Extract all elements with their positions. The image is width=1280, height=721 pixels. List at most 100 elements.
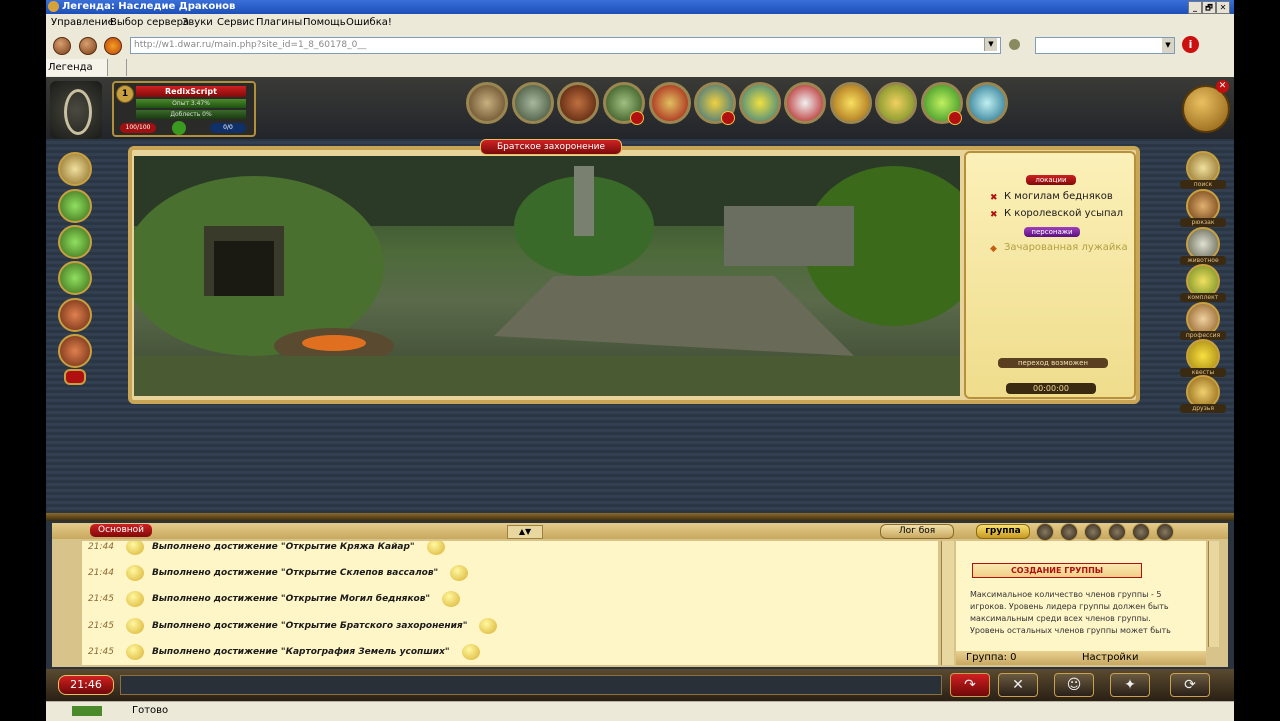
question-icon[interactable] [921, 82, 963, 125]
battle-icon[interactable] [784, 82, 826, 124]
window-title: Легенда: Наследие Драконов [62, 1, 236, 12]
chat-input[interactable] [120, 675, 942, 695]
refresh-chat-icon[interactable]: ⟳ [1170, 673, 1210, 697]
label-equipment-set: комплект [1180, 293, 1226, 302]
send-icon[interactable]: ↷ [950, 673, 990, 697]
clear-icon[interactable]: ✕ [998, 673, 1038, 697]
refresh-icon[interactable] [104, 37, 122, 55]
address-dropdown-icon[interactable]: ▼ [984, 38, 997, 51]
castle-icon[interactable] [512, 82, 554, 124]
character-link[interactable]: Зачарованная лужайка [1004, 242, 1128, 253]
hammer-icon[interactable] [875, 82, 917, 124]
top-toolbar: 1 RedixScript Опыт 3.47% Доблесть 0% 100… [46, 77, 1234, 141]
label-backpack: рюкзак [1180, 218, 1226, 227]
chat-message: Выполнено достижение "Открытие Могил бед… [151, 594, 431, 604]
scroll-icon[interactable] [58, 225, 92, 259]
info-icon[interactable]: i [1182, 36, 1199, 53]
smile-icon [450, 564, 469, 581]
restore-button[interactable]: 🗗 [1202, 1, 1216, 14]
notification-badge-icon [948, 111, 962, 125]
mp-value: 0/0 [210, 123, 246, 133]
dragon-emblem-icon [50, 81, 102, 139]
chat-scrollbar[interactable] [941, 541, 954, 665]
empty-slot-icon[interactable] [58, 298, 92, 332]
menu-plugins[interactable]: Плагины [256, 17, 302, 28]
clan-icon[interactable] [649, 82, 691, 124]
group-action-icon[interactable] [1084, 523, 1102, 541]
close-icon[interactable]: ✕ [1216, 80, 1229, 93]
group-action-icon[interactable] [1132, 523, 1150, 541]
scroll-icon[interactable] [58, 261, 92, 295]
group-button[interactable]: группа [976, 524, 1030, 539]
group-scrollbar[interactable] [1208, 541, 1219, 647]
server-select[interactable]: ▼ [1035, 37, 1175, 54]
game-clock: 21:46 [58, 675, 114, 695]
chat-time: 21:45 [88, 621, 114, 631]
bag-icon[interactable] [58, 152, 92, 186]
beast-icon[interactable] [557, 82, 599, 124]
smile-icon [479, 617, 498, 634]
chat-resize-handle[interactable]: ▲▼ [507, 525, 543, 539]
character-panel[interactable]: 1 RedixScript Опыт 3.47% Доблесть 0% 100… [112, 81, 256, 137]
status-bar: Готово [46, 701, 1234, 721]
chat-message: Выполнено достижение "Открытие Братского… [151, 621, 468, 631]
battle-log-button[interactable]: Лог боя [880, 524, 954, 539]
tab-empty[interactable] [96, 59, 127, 76]
chat-log[interactable]: 21:44 Выполнено достижение "Открытие Кряж… [82, 541, 938, 665]
game-area: 1 RedixScript Опыт 3.47% Доблесть 0% 100… [46, 77, 1234, 701]
bottom-bar: 21:46 ↷ ✕ ☺ ✦ ⟳ [46, 669, 1234, 701]
valor-bar: Доблесть 0% [136, 110, 246, 119]
group-settings-button[interactable]: Настройки [1082, 652, 1138, 663]
knight-icon[interactable] [603, 82, 645, 125]
tab-basic-chat[interactable]: Основной [90, 524, 152, 537]
location-marker-icon: ✖ [990, 193, 998, 203]
character-info-icon[interactable] [466, 82, 508, 124]
location-link-graves[interactable]: К могилам бедняков [1004, 191, 1113, 202]
chat-bubble-icon[interactable] [966, 82, 1008, 124]
scroll-icon[interactable] [58, 189, 92, 223]
address-toolbar: http://w1.dwar.ru/main.php?site_id=1_8_6… [46, 32, 1234, 58]
group-action-icon[interactable] [1156, 523, 1174, 541]
location-scene[interactable] [134, 156, 960, 396]
status-text: Готово [132, 705, 169, 716]
menu-service[interactable]: Сервис [217, 17, 254, 28]
translit-icon[interactable]: ✦ [1110, 673, 1150, 697]
world-map-icon[interactable] [694, 82, 736, 125]
close-button[interactable]: ✕ [1216, 1, 1230, 14]
label-search: поиск [1180, 180, 1226, 189]
address-input[interactable]: http://w1.dwar.ru/main.php?site_id=1_8_6… [130, 37, 1001, 54]
location-link-royal[interactable]: К королевской усыпал [1004, 208, 1123, 219]
location-marker-icon: ✖ [990, 210, 998, 220]
chat-time: 21:44 [88, 542, 114, 552]
chat-line: 21:44 Выполнено достижение "Открытие Скле… [88, 561, 469, 585]
scene-illustration [134, 156, 960, 396]
go-icon[interactable] [1009, 39, 1020, 50]
chat-time: 21:45 [88, 647, 114, 657]
rank-badge: 1 [116, 85, 134, 103]
status-gem-icon [172, 121, 186, 135]
menu-help[interactable]: Помощь [303, 17, 346, 28]
title-bar: Легенда: Наследие Драконов _ 🗗 ✕ [46, 0, 1234, 14]
chevron-down-icon[interactable]: ▼ [1162, 38, 1174, 53]
mail-icon[interactable] [739, 82, 781, 124]
group-action-icon[interactable] [1060, 523, 1078, 541]
gold-icon[interactable] [830, 82, 872, 124]
group-action-icon[interactable] [1108, 523, 1126, 541]
menu-error[interactable]: Ошибка! [346, 17, 392, 28]
group-action-icon[interactable] [1036, 523, 1054, 541]
character-name[interactable]: RedixScript [136, 86, 246, 97]
minimize-button[interactable]: _ [1188, 1, 1202, 14]
smiles-icon[interactable]: ☺ [1054, 673, 1094, 697]
location-title: Братское захоронение [480, 139, 622, 155]
menu-sounds[interactable]: Звуки [182, 17, 213, 28]
notification-badge-icon [721, 111, 735, 125]
group-description: Максимальное количество членов группы - … [970, 590, 1171, 635]
menu-control[interactable]: Управление [51, 17, 114, 28]
forward-icon[interactable] [79, 37, 97, 55]
slot-badge-icon [64, 369, 86, 385]
menu-server[interactable]: Выбор сервера [110, 17, 189, 28]
create-group-button[interactable]: СОЗДАНИЕ ГРУППЫ [972, 563, 1142, 578]
chat-message: Выполнено достижение "Открытие Кряжа Кай… [151, 542, 415, 552]
empty-slot-icon[interactable] [58, 334, 92, 368]
back-icon[interactable] [53, 37, 71, 55]
